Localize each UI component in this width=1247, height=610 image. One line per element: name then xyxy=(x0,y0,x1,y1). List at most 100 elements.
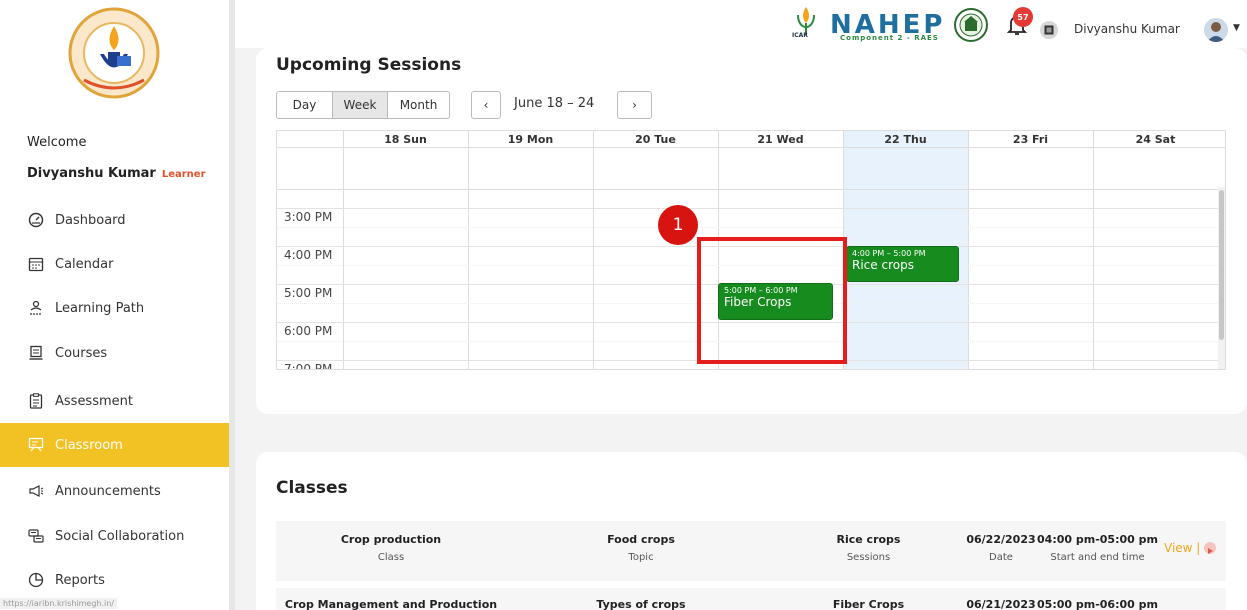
annotation-step-marker: 1 xyxy=(658,205,698,245)
event-title: Rice crops xyxy=(852,258,914,272)
day-header: 18 Sun xyxy=(384,133,427,146)
sidebar-divider xyxy=(229,0,235,610)
date-label: Date xyxy=(989,552,1013,563)
session-cell: Fiber Crops xyxy=(806,598,931,610)
user-avatar[interactable] xyxy=(1204,18,1228,42)
topic-cell: Food crops Topic xyxy=(541,533,741,563)
sidebar-item-label: Social Collaboration xyxy=(55,528,185,544)
next-week-button[interactable]: › xyxy=(617,91,652,119)
table-row[interactable]: Crop Management and Production Types of … xyxy=(276,588,1226,610)
notification-badge: 57 xyxy=(1013,7,1033,27)
view-link[interactable]: View | xyxy=(1164,541,1200,555)
day-view-button[interactable]: Day xyxy=(276,91,333,119)
sidebar-item-label: Announcements xyxy=(55,483,161,499)
slot-line xyxy=(277,208,1225,209)
time-cell: 05:00 pm-06:00 pm xyxy=(1035,598,1160,610)
time-label: 3:00 PM xyxy=(284,210,333,224)
icar-wheat-icon xyxy=(797,7,815,35)
sidebar-item-dashboard[interactable]: Dashboard xyxy=(0,198,229,242)
session-name: Fiber Crops xyxy=(832,598,905,610)
session-label: Sessions xyxy=(846,552,891,563)
time-label: 4:00 PM xyxy=(284,248,333,262)
nahep-logo: ICAR NAHEP Component 2 - RAES xyxy=(792,2,989,48)
reports-icon xyxy=(27,571,45,589)
month-view-button[interactable]: Month xyxy=(388,91,450,119)
welcome-text: Welcome xyxy=(27,135,87,150)
day-header: 19 Mon xyxy=(507,133,554,146)
user-name: Divyanshu Kumar Learner xyxy=(27,166,206,181)
annotation-highlight-box xyxy=(697,237,847,364)
sidebar-item-announcements[interactable]: Announcements xyxy=(0,469,229,513)
class-name: Crop production xyxy=(340,533,442,546)
calendar-icon xyxy=(27,255,45,273)
class-name: Crop Management and Production xyxy=(284,598,498,610)
day-header: 21 Wed xyxy=(757,133,804,146)
sidebar-item-label: Reports xyxy=(55,572,105,588)
table-row[interactable]: Crop production Class Food crops Topic R… xyxy=(276,521,1226,581)
day-header: 22 Thu xyxy=(884,133,927,146)
day-header: 24 Sat xyxy=(1135,133,1176,146)
event-rice-crops[interactable]: 4:00 PM – 5:00 PM Rice crops xyxy=(846,246,959,282)
calendar-scroll-thumb[interactable] xyxy=(1219,190,1224,340)
sidebar-item-courses[interactable]: Courses xyxy=(0,331,229,375)
sidebar-item-label: Classroom xyxy=(55,437,123,453)
sidebar-item-reports[interactable]: Reports xyxy=(0,558,229,602)
sidebar-item-label: Learning Path xyxy=(55,300,145,316)
sidebar-item-label: Courses xyxy=(55,345,108,361)
sidebar-item-social-collaboration[interactable]: Social Collaboration xyxy=(0,514,229,558)
view-switcher: Day Week Month xyxy=(276,91,450,119)
megaphone-icon xyxy=(27,482,45,500)
raes-emblem-icon xyxy=(954,8,989,42)
sidebar-item-label: Dashboard xyxy=(55,212,126,228)
slot-line xyxy=(277,227,1225,228)
session-time: 04:00 pm-05:00 pm xyxy=(1037,533,1158,546)
topic-name: Food crops xyxy=(607,533,675,546)
date-cell: 06/22/2023 Date xyxy=(966,533,1036,563)
day-header: 23 Fri xyxy=(1012,133,1049,146)
social-collaboration-icon xyxy=(27,527,45,545)
time-label: 7:00 PM xyxy=(284,362,333,370)
sidebar: Welcome Divyanshu Kumar Learner Dashboard… xyxy=(0,0,229,610)
topic-cell: Types of crops xyxy=(541,598,741,610)
icar-label: ICAR xyxy=(792,32,808,39)
session-date: 06/22/2023 xyxy=(966,533,1036,546)
assessment-icon xyxy=(27,392,45,410)
nahep-subtitle: Component 2 - RAES xyxy=(840,34,939,42)
all-day-row xyxy=(277,148,1225,190)
classroom-icon xyxy=(27,436,45,454)
date-range-label: June 18 – 24 xyxy=(514,96,595,111)
status-url: https://iaribn.krishimegh.in/ xyxy=(0,598,118,609)
day-header: 20 Tue xyxy=(635,133,676,146)
learning-path-icon xyxy=(27,299,45,317)
sidebar-item-learning-path[interactable]: Learning Path xyxy=(0,286,229,330)
sidebar-item-calendar[interactable]: Calendar xyxy=(0,242,229,286)
dashboard-icon xyxy=(27,211,45,229)
sidebar-item-label: Calendar xyxy=(55,256,114,272)
classes-title: Classes xyxy=(276,478,348,498)
courses-icon xyxy=(27,344,45,362)
sidebar-item-classroom[interactable]: Classroom xyxy=(0,423,229,467)
session-date: 06/21/2023 xyxy=(966,598,1036,610)
sidebar-item-label: Assessment xyxy=(55,393,133,409)
session-name: Rice crops xyxy=(836,533,901,546)
date-cell: 06/21/2023 xyxy=(966,598,1036,610)
upcoming-sessions-title: Upcoming Sessions xyxy=(276,55,462,75)
user-name-text: Divyanshu Kumar xyxy=(27,166,156,181)
class-cell: Crop production Class xyxy=(296,533,486,563)
icar-logo[interactable] xyxy=(64,6,164,100)
topic-name: Types of crops xyxy=(596,598,686,610)
time-label: 6:00 PM xyxy=(284,324,333,338)
header-user-name[interactable]: Divyanshu Kumar xyxy=(1074,22,1180,36)
chevron-down-icon[interactable]: ▼ xyxy=(1233,23,1240,33)
play-icon[interactable] xyxy=(1204,542,1216,554)
session-time: 05:00 pm-06:00 pm xyxy=(1037,598,1158,610)
class-label: Class xyxy=(377,552,405,563)
profile-image-icon[interactable] xyxy=(1040,21,1058,39)
session-cell: Rice crops Sessions xyxy=(806,533,931,563)
time-cell: 04:00 pm-05:00 pm Start and end time xyxy=(1035,533,1160,563)
time-label: 5:00 PM xyxy=(284,286,333,300)
week-view-button[interactable]: Week xyxy=(333,91,388,119)
class-cell: Crop Management and Production xyxy=(276,598,506,610)
prev-week-button[interactable]: ‹ xyxy=(471,91,501,119)
sidebar-item-assessment[interactable]: Assessment xyxy=(0,379,229,423)
